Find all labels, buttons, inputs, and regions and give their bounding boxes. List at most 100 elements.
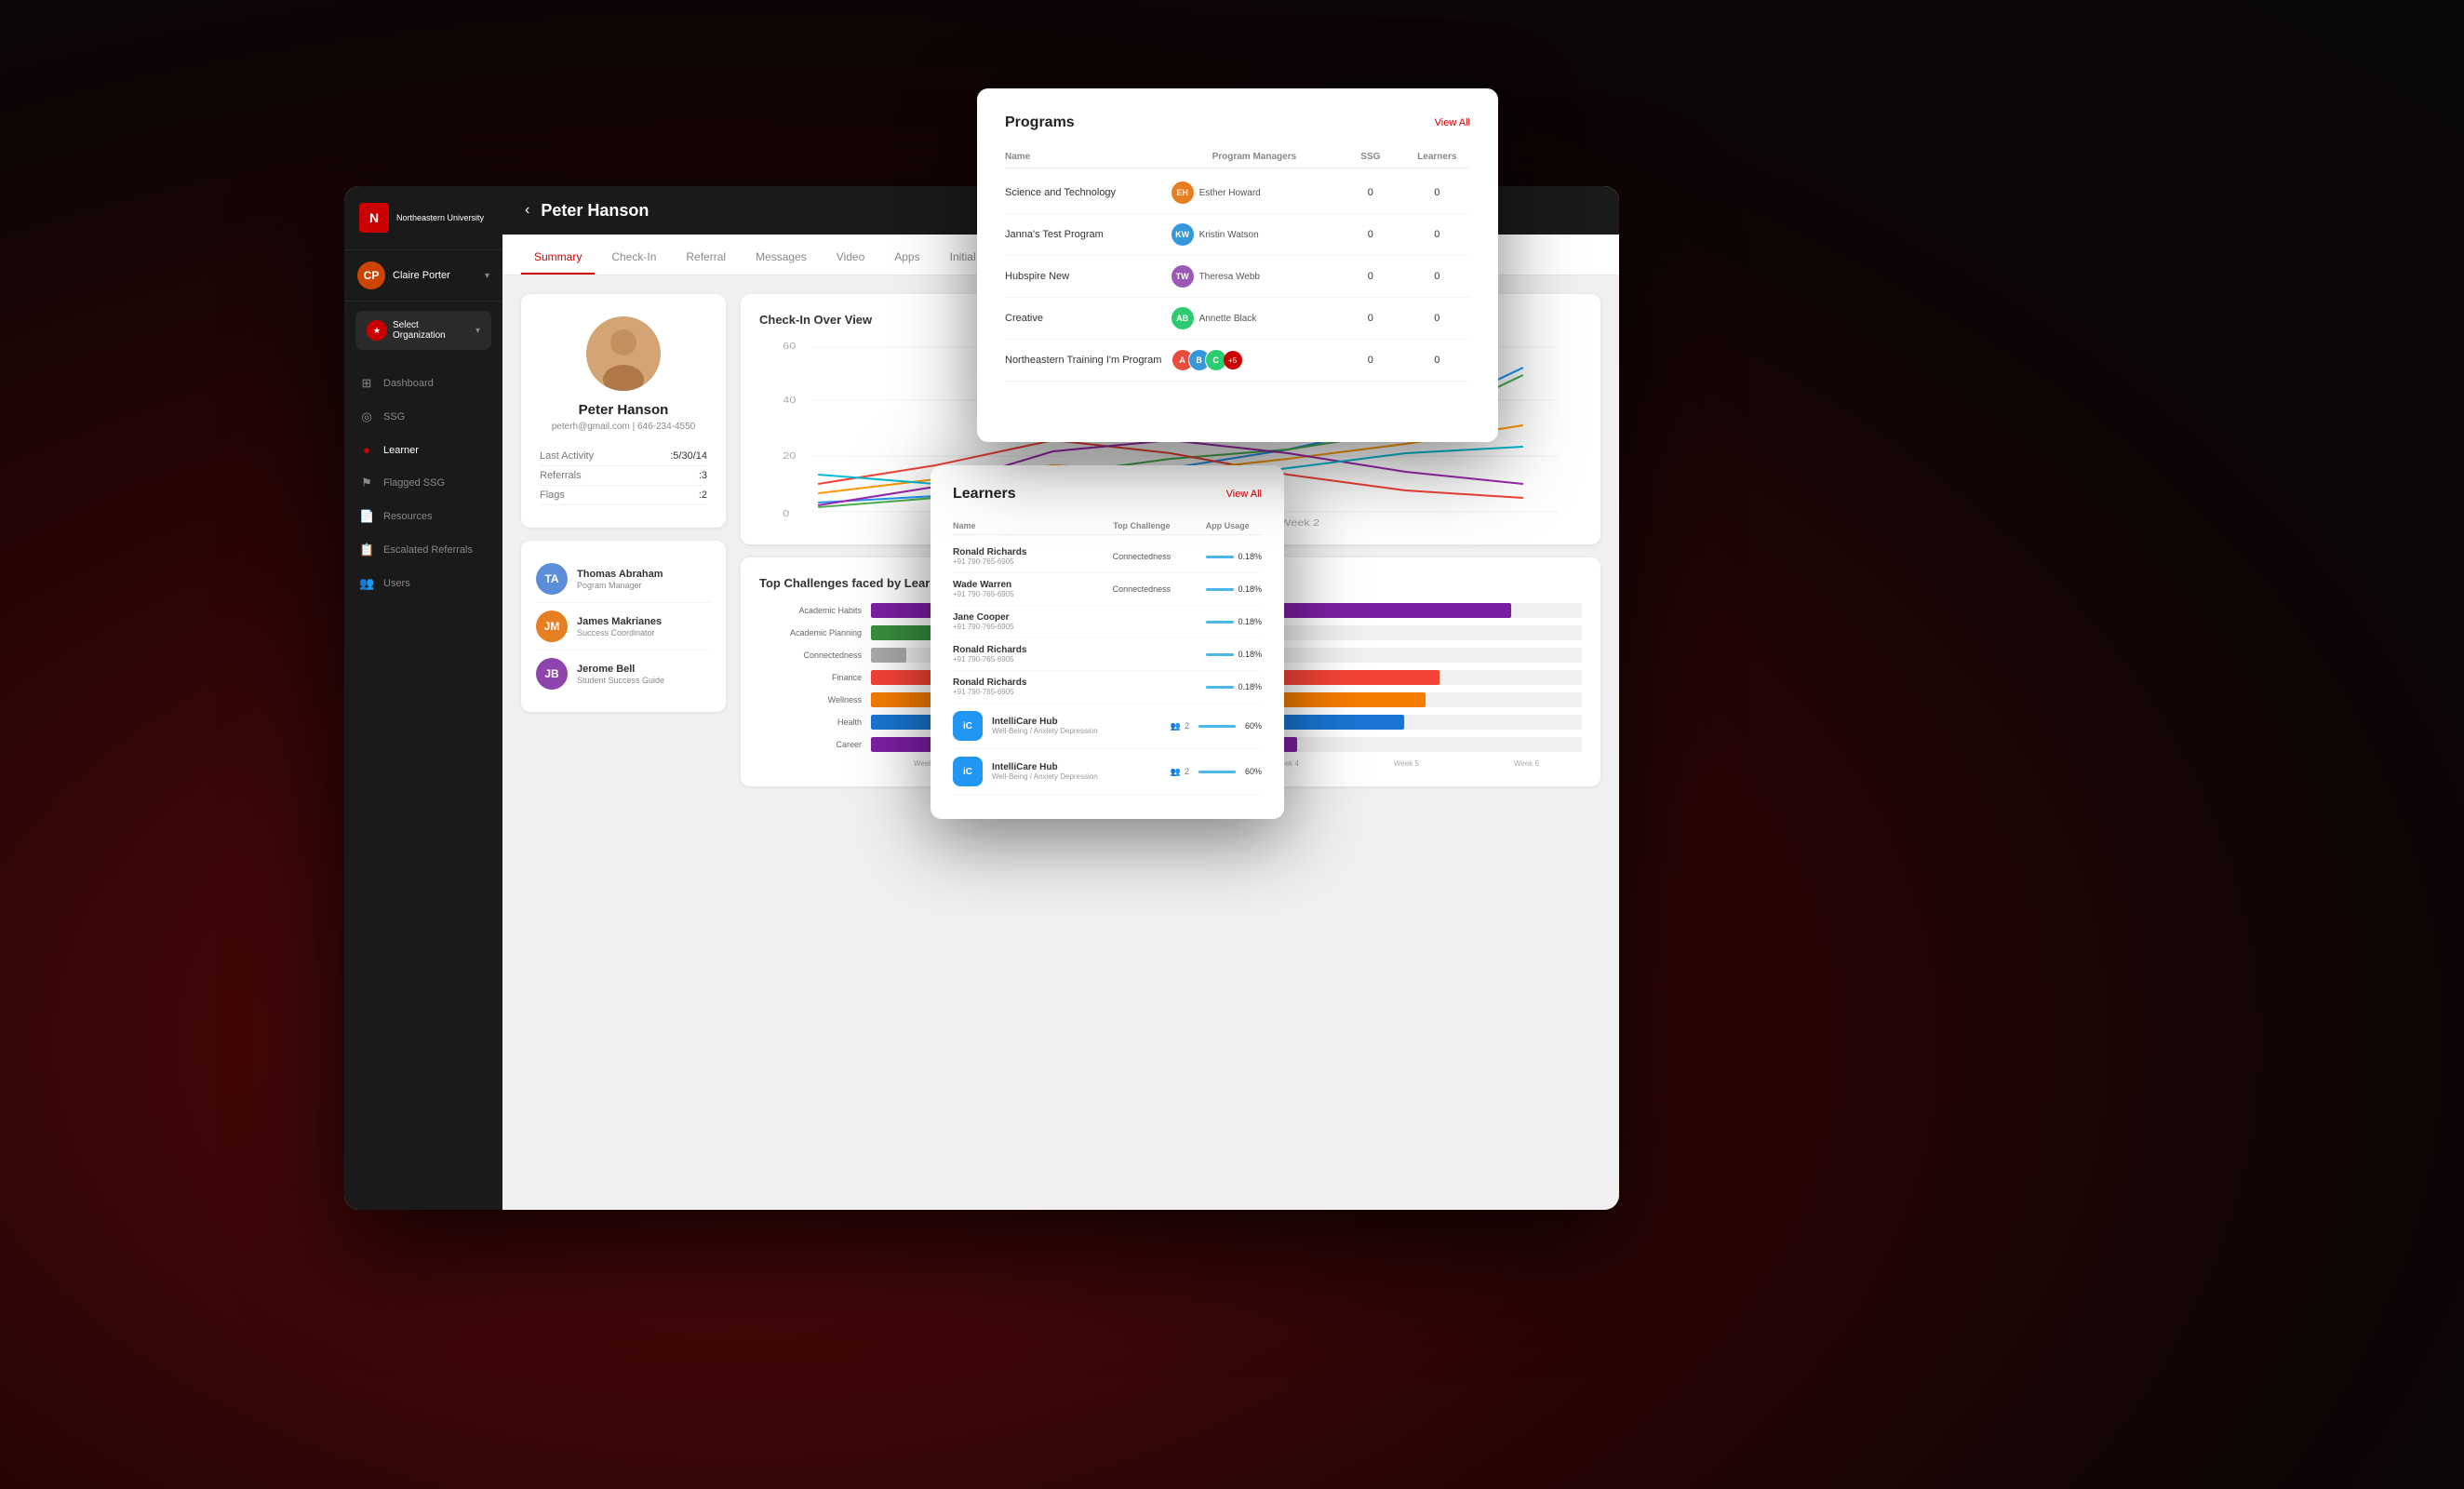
member-info-3: Jerome Bell Student Success Guide <box>577 664 711 685</box>
usage-pct-2: 0.18% <box>1238 584 1262 594</box>
pm-cell-1: EH Esther Howard <box>1172 181 1338 204</box>
program-name-1: Science and Technology <box>1005 187 1172 198</box>
back-button[interactable]: ‹ <box>525 202 529 219</box>
profile-card: Peter Hanson peterh@gmail.com | 646-234-… <box>521 294 726 528</box>
learner-name-cell-4: Ronald Richards +91 790-765-6905 <box>953 645 1091 664</box>
chevron-down-icon: ▾ <box>485 271 489 281</box>
learner-name-3: Jane Cooper <box>953 612 1091 623</box>
svg-text:20: 20 <box>783 451 796 462</box>
team-card: TA Thomas Abraham Pogram Manager JM Jame… <box>521 541 726 712</box>
org-text: Select Organization <box>393 320 470 341</box>
ssg-count-5: 0 <box>1337 355 1403 366</box>
team-member-2: JM James Makrianes Success Coordinator <box>536 603 711 651</box>
th-program-managers: Program Managers <box>1172 152 1338 162</box>
sidebar-item-resources[interactable]: 📄 Resources <box>344 500 502 533</box>
logo-icon: N <box>359 203 389 233</box>
app-user-icon-1: 👥 <box>1171 721 1181 731</box>
org-dropdown-icon: ▾ <box>475 326 480 336</box>
sidebar-item-label-flagged: Flagged SSG <box>383 477 445 489</box>
ssg-count-2: 0 <box>1337 229 1403 240</box>
app-usage-bar-1 <box>1199 725 1236 728</box>
sidebar: N Northeastern University CP Claire Port… <box>344 186 502 1210</box>
learner-name-cell-5: Ronald Richards +91 790-765-6905 <box>953 677 1091 696</box>
learners-count-4: 0 <box>1404 313 1470 324</box>
bar-label-5: Wellness <box>759 695 862 704</box>
tab-check-in[interactable]: Check-In <box>598 241 669 275</box>
sidebar-item-ssg[interactable]: ◎ SSG <box>344 400 502 434</box>
svg-text:Week 2: Week 2 <box>1280 518 1320 526</box>
learners-count-3: 0 <box>1404 271 1470 282</box>
learner-name-4: Ronald Richards <box>953 645 1091 655</box>
sidebar-item-flagged-ssg[interactable]: ⚑ Flagged SSG <box>344 466 502 500</box>
lth-challenge: Top Challenge <box>1091 521 1194 530</box>
learner-name-cell-3: Jane Cooper +91 790-765-6905 <box>953 612 1091 631</box>
usage-pct-1: 0.18% <box>1238 552 1262 561</box>
learners-count-5: 0 <box>1404 355 1470 366</box>
lth-name: Name <box>953 521 1091 530</box>
usage-bar-4 <box>1206 653 1234 656</box>
ssg-count-1: 0 <box>1337 187 1403 198</box>
member-avatar-3: JB <box>536 658 568 690</box>
org-selector[interactable]: ★ Select Organization ▾ <box>355 311 491 350</box>
th-learners: Learners <box>1404 152 1470 162</box>
tab-messages[interactable]: Messages <box>743 241 820 275</box>
users-icon: 👥 <box>359 576 374 591</box>
pm-avatar-1: EH <box>1172 181 1194 204</box>
programs-title: Programs <box>1005 114 1075 131</box>
pm-name-4: Annette Black <box>1199 314 1257 324</box>
app-users-1: 👥 2 <box>1171 721 1189 731</box>
week-label-6: Week 6 <box>1471 759 1582 768</box>
pm-cell-2: KW Kristin Watson <box>1172 223 1338 246</box>
user-section[interactable]: CP Claire Porter ▾ <box>344 250 502 302</box>
profile-panel: Peter Hanson peterh@gmail.com | 646-234-… <box>521 294 726 1191</box>
sidebar-item-learner[interactable]: ● Learner <box>344 434 502 466</box>
pm-name-1: Esther Howard <box>1199 188 1261 198</box>
member-name-1: Thomas Abraham <box>577 569 711 580</box>
usage-bar-1 <box>1206 556 1234 558</box>
programs-panel: Programs View All Name Program Managers … <box>977 88 1498 442</box>
learners-count-2: 0 <box>1404 229 1470 240</box>
bar-label-1: Academic Habits <box>759 606 862 615</box>
app-info-1: IntelliCare Hub Well-Being / Anxiety Dep… <box>992 717 1161 735</box>
bar-label-3: Connectedness <box>759 651 862 660</box>
tab-summary[interactable]: Summary <box>521 241 595 275</box>
sidebar-item-label-escalated: Escalated Referrals <box>383 544 473 556</box>
profile-name: Peter Hanson <box>540 402 707 418</box>
sidebar-item-users[interactable]: 👥 Users <box>344 567 502 600</box>
th-ssg: SSG <box>1337 152 1403 162</box>
bar-fill-3 <box>871 648 906 663</box>
member-avatar-1: TA <box>536 563 568 595</box>
logo-text: Northeastern University <box>396 213 484 223</box>
pm-avatar-4: AB <box>1172 307 1194 329</box>
org-icon: ★ <box>367 320 387 341</box>
pm-avatar-3: TW <box>1172 265 1194 288</box>
profile-stats: Last Activity :5/30/14 Referrals :3 Flag… <box>540 447 707 505</box>
app-name-1: IntelliCare Hub <box>992 717 1161 727</box>
tab-video[interactable]: Video <box>824 241 877 275</box>
pm-cell-3: TW Theresa Webb <box>1172 265 1338 288</box>
learners-panel-title: Learners <box>953 486 1016 503</box>
program-name-2: Janna's Test Program <box>1005 229 1172 240</box>
sidebar-logo: N Northeastern University <box>344 186 502 250</box>
app-row-2: iC IntelliCare Hub Well-Being / Anxiety … <box>953 749 1262 795</box>
member-info-2: James Makrianes Success Coordinator <box>577 616 711 637</box>
learners-view-all[interactable]: View All <box>1226 489 1262 500</box>
learner-name-cell-1: Ronald Richards +91 790-765-6905 <box>953 547 1091 566</box>
bar-label-2: Academic Planning <box>759 628 862 637</box>
sidebar-item-label-ssg: SSG <box>383 411 405 423</box>
sidebar-item-escalated-referrals[interactable]: 📋 Escalated Referrals <box>344 533 502 567</box>
tab-referral[interactable]: Referral <box>673 241 739 275</box>
programs-view-all[interactable]: View All <box>1435 117 1470 128</box>
learner-usage-2: 0.18% <box>1193 584 1262 594</box>
program-name-4: Creative <box>1005 313 1172 324</box>
tab-apps[interactable]: Apps <box>881 241 932 275</box>
sidebar-item-dashboard[interactable]: ⊞ Dashboard <box>344 367 502 400</box>
learners-table-header: Name Top Challenge App Usage <box>953 517 1262 535</box>
app-usage-bar-2 <box>1199 771 1236 773</box>
pm-avatar-2: KW <box>1172 223 1194 246</box>
pm-extra-count: +5 <box>1224 351 1242 369</box>
app-pct-2: 60% <box>1245 767 1262 776</box>
svg-text:40: 40 <box>783 396 796 406</box>
program-row: Hubspire New TW Theresa Webb 0 0 <box>1005 256 1470 298</box>
app-sub-1: Well-Being / Anxiety Depression <box>992 727 1161 735</box>
